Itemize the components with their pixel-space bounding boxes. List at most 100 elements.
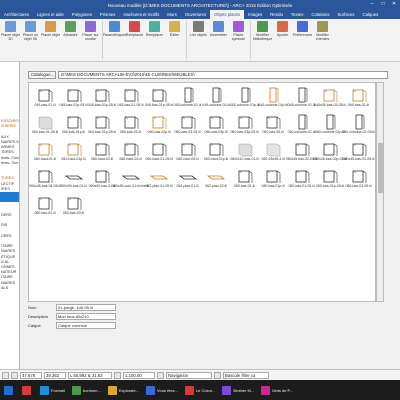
object-thumbnail[interactable]: 045-colonne-01.iii: [174, 87, 202, 108]
lock-button[interactable]: [114, 371, 121, 379]
ribbon-button-12[interactable]: Assembler: [209, 21, 228, 59]
object-thumbnail[interactable]: 060-bas-02p.iii: [145, 114, 173, 135]
object-thumbnail[interactable]: 045-colonne-01p.iii: [230, 87, 259, 108]
object-thumbnail[interactable]: 060-bas-03-05.iii: [174, 114, 202, 135]
ribbon-button-7[interactable]: Remplacer: [125, 21, 144, 59]
object-thumbnail[interactable]: 060-bas-02.iii: [117, 114, 145, 135]
scale-field[interactable]: 1:100.00: [123, 371, 155, 379]
ribbon-button-1[interactable]: Placer un objet 3D: [21, 21, 40, 59]
object-thumbnail[interactable]: 060-bas-01p-05.iii: [88, 114, 116, 135]
object-thumbnail[interactable]: 045-bas-01p-05.iii: [145, 87, 173, 108]
tab-3[interactable]: Prismes: [96, 10, 120, 19]
object-thumbnail[interactable]: 080-bas-02.iii: [31, 195, 59, 216]
object-thumbnail[interactable]: 060-haut-05.iii: [174, 141, 202, 162]
ribbon-button-3[interactable]: Aléatoire: [61, 21, 80, 59]
object-thumbnail[interactable]: 045-colonne-01.iii: [202, 87, 230, 108]
object-thumbnail[interactable]: 062-plan-01.iii: [174, 168, 202, 189]
object-thumbnail[interactable]: 060x90-bas-01.iii: [60, 168, 88, 189]
object-thumbnail[interactable]: 045-bas-01-05.iii: [117, 87, 145, 108]
tab-10[interactable]: Textes: [287, 10, 307, 19]
object-thumbnail[interactable]: 060-bas-01.iii: [345, 87, 373, 108]
ribbon-button-15[interactable]: Modifier bibliothèque: [253, 21, 272, 59]
tab-12[interactable]: Surfaces: [334, 10, 359, 19]
taskbar-app-7[interactable]: Brother M...: [220, 383, 256, 397]
object-thumbnail[interactable]: 060x45-bas-02p-05.iii: [313, 141, 347, 162]
zoom-field[interactable]: 47.676: [20, 371, 42, 379]
object-thumbnail[interactable]: 045-bas-01.iii: [31, 87, 59, 108]
object-thumbnail[interactable]: 060x90-coin-01-niche.iii: [112, 168, 149, 189]
object-thumbnail[interactable]: 062-plan-01-05.iii: [145, 168, 173, 189]
object-thumbnail[interactable]: 080-bas-01p.iii: [259, 168, 287, 189]
filter-toggle[interactable]: Bascule filtre ca: [223, 371, 269, 379]
grid-scrollbar[interactable]: [376, 82, 384, 302]
object-thumbnail[interactable]: 060-25x45-4.iii: [259, 141, 287, 162]
object-thumbnail[interactable]: 060-haut-03.iii: [117, 141, 145, 162]
name-field[interactable]: 01-porge- 140-05.iii: [56, 304, 116, 311]
ribbon-button-13[interactable]: Placer symbole: [229, 21, 248, 59]
object-thumbnail[interactable]: 080-bas-02-05.iii: [345, 168, 373, 189]
description-field[interactable]: Mon tous 80x210: [56, 313, 116, 320]
object-thumbnail[interactable]: 060-colonne-01.iii: [288, 114, 316, 135]
ribbon-button-9[interactable]: Éditer: [165, 21, 184, 59]
object-thumbnail[interactable]: 060-bas-03p.iii: [202, 114, 230, 135]
object-thumbnail[interactable]: 060x45-bas-03-05.iii: [343, 141, 374, 162]
object-thumbnail[interactable]: 080-bas-01p-05.iii: [316, 168, 344, 189]
object-thumbnail[interactable]: 060x110-bas-01.iii: [230, 141, 259, 162]
tab-11[interactable]: Cotations: [307, 10, 333, 19]
object-thumbnail[interactable]: 060-colonne-01p.iii: [315, 114, 345, 135]
ribbon-button-0[interactable]: Placer objet 3D: [1, 21, 20, 59]
object-thumbnail[interactable]: 045-colonne-01.iii: [288, 87, 316, 108]
view-button[interactable]: [214, 371, 221, 379]
tab-7[interactable]: Objets placés: [210, 10, 245, 19]
taskbar-app-3[interactable]: bonhom...: [70, 383, 103, 397]
catalog-button[interactable]: Catalogue...: [28, 70, 56, 79]
object-thumbnail[interactable]: 060-haut-01p.iii: [202, 141, 230, 162]
ribbon-button-16[interactable]: Ajouter: [273, 21, 292, 59]
taskbar-app-6[interactable]: Le Colon...: [183, 383, 217, 397]
object-thumbnail[interactable]: 045-colonne-01p.iii: [258, 87, 288, 108]
object-thumbnail[interactable]: 080-bas-01-05.iii: [288, 168, 316, 189]
ribbon-button-2[interactable]: Placer objet: [41, 21, 60, 59]
maximize-icon[interactable]: □: [379, 1, 387, 8]
tab-0[interactable]: Architectures: [0, 10, 33, 19]
taskbar-app-8[interactable]: Mots de P...: [259, 383, 295, 397]
ribbon-button-6[interactable]: Paramétriques: [103, 21, 126, 59]
ribbon-button-11[interactable]: Lier objets: [189, 21, 208, 59]
taskbar-app-4[interactable]: Explorate...: [106, 383, 141, 397]
tab-8[interactable]: Images: [244, 10, 266, 19]
snap-button[interactable]: [2, 371, 9, 379]
tab-4[interactable]: Hachures et motifs: [119, 10, 163, 19]
object-thumbnail[interactable]: 060-haut-01-05.iii: [145, 141, 173, 162]
tab-2[interactable]: Polygones: [68, 10, 96, 19]
catalog-path-field[interactable]: D:\MES DOCUMENTS ARCALIB-EV3\2016\10 CUI…: [58, 70, 388, 79]
library-folder-item[interactable]: [0, 291, 19, 296]
tab-13[interactable]: Calques: [358, 10, 382, 19]
object-thumbnail-grid[interactable]: 045-bas-01.iii 045-bas-01p-05.iii 045-bas-…: [28, 82, 376, 302]
taskbar-app-0[interactable]: [2, 383, 17, 397]
object-thumbnail[interactable]: 080-bas-01.iii: [231, 168, 259, 189]
scrollbar-thumb[interactable]: [378, 143, 383, 193]
object-thumbnail[interactable]: 080-bas-03.iii: [60, 195, 88, 216]
object-thumbnail[interactable]: 060-haut-02.iii: [88, 141, 116, 162]
ribbon-button-4[interactable]: Placer sur courbe: [81, 21, 100, 59]
object-thumbnail[interactable]: 060-bas-01p.iii: [60, 114, 88, 135]
tab-1[interactable]: Lignes et aide: [33, 10, 68, 19]
taskbar-app-2[interactable]: Foxmail: [38, 383, 67, 397]
ribbon-button-8[interactable]: Remplacer: [145, 21, 164, 59]
grid-button[interactable]: [11, 371, 18, 379]
ribbon-button-17[interactable]: Préférences: [293, 21, 312, 59]
layer-button[interactable]: [157, 371, 164, 379]
object-thumbnail[interactable]: 060x45-bas-02-05.iii: [286, 141, 317, 162]
object-thumbnail[interactable]: 045-bas-02p-05.iii: [88, 87, 116, 108]
minimize-icon[interactable]: –: [368, 1, 376, 8]
taskbar-app-5[interactable]: Vous êtes...: [144, 383, 180, 397]
ribbon-button-18[interactable]: Modifier chemins: [313, 21, 332, 59]
library-tree[interactable]: ESSOIRESISSERIE AUXNAIRES SAINARMESTERES…: [0, 62, 20, 384]
navigation-select[interactable]: Navigation: [166, 371, 212, 379]
object-thumbnail[interactable]: 060-bas-05.iii: [259, 114, 287, 135]
object-thumbnail[interactable]: 060-colonne-02-05.iii: [342, 114, 375, 135]
tab-6[interactable]: Ouvertures: [181, 10, 210, 19]
object-thumbnail[interactable]: 060-bas-01-05.iii: [31, 114, 59, 135]
object-thumbnail[interactable]: 060-bas-03p-05.iii: [230, 114, 259, 135]
close-icon[interactable]: ✕: [390, 1, 398, 8]
